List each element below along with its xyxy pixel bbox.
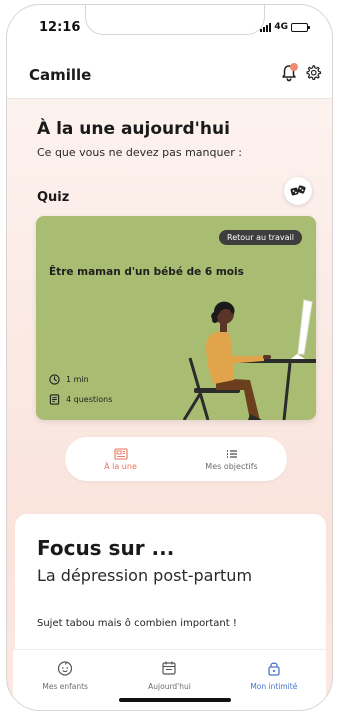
nav-label: Aujourd'hui [148, 682, 191, 691]
nav-mes-enfants[interactable]: Mes enfants [13, 650, 117, 701]
tab-label: À la une [104, 461, 137, 471]
app-header: Camille [7, 49, 332, 99]
list-icon [226, 449, 237, 458]
quiz-question-count: 4 questions [49, 394, 112, 405]
focus-subject: La dépression post-partum [37, 566, 253, 585]
baby-face-icon [58, 661, 73, 676]
focus-description: Sujet tabou mais ô combien important ! [37, 618, 237, 629]
clock-icon [49, 374, 60, 385]
network-label: 4G [274, 22, 288, 32]
quiz-tag: Retour au travail [219, 230, 302, 245]
signal-icon [260, 22, 272, 32]
woman-at-computer-illustration [182, 299, 316, 420]
tab-mes-objectifs[interactable]: Mes objectifs [176, 437, 287, 481]
home-indicator[interactable] [119, 698, 231, 702]
questions-label: 4 questions [66, 395, 113, 404]
duration-label: 1 min [66, 375, 89, 384]
content-tabs: À la une Mes objectifs [65, 437, 287, 481]
document-icon [49, 394, 60, 405]
lock-icon [268, 662, 280, 676]
status-bar: 12:16 4G [7, 5, 332, 49]
phone-frame: 12:16 4G Camille À la une aujourd'hui Ce… [6, 4, 333, 711]
notch [85, 5, 265, 35]
nav-aujourdhui[interactable]: Aujourd'hui [117, 650, 221, 701]
tab-label: Mes objectifs [205, 461, 258, 471]
battery-icon [291, 22, 310, 32]
nav-label: Mes enfants [42, 682, 88, 691]
status-indicators: 4G [260, 22, 310, 32]
quiz-duration: 1 min [49, 374, 89, 385]
nav-label: Mon intimité [250, 682, 298, 691]
shuffle-dice-button[interactable] [284, 177, 312, 205]
user-name: Camille [29, 66, 92, 84]
dice-icon [290, 185, 306, 196]
quiz-card[interactable]: Retour au travail Être maman d'un bébé d… [36, 216, 316, 420]
section-subtitle: Ce que vous ne devez pas manquer : [37, 146, 242, 159]
settings-button[interactable] [304, 64, 322, 82]
bottom-navigation: Mes enfants Aujourd'hui Mon intimité [13, 649, 326, 701]
nav-mon-intimite[interactable]: Mon intimité [222, 650, 326, 701]
focus-title: Focus sur ... [37, 536, 175, 560]
notifications-button[interactable] [281, 63, 298, 82]
status-time: 12:16 [39, 20, 81, 35]
gear-icon [306, 65, 322, 81]
quiz-title: Être maman d'un bébé de 6 mois [49, 266, 244, 278]
quiz-label: Quiz [37, 190, 70, 205]
calendar-icon [162, 661, 177, 675]
newspaper-icon [113, 447, 128, 460]
tab-a-la-une[interactable]: À la une [65, 437, 176, 481]
notification-dot [290, 63, 298, 71]
section-title: À la une aujourd'hui [37, 119, 230, 139]
